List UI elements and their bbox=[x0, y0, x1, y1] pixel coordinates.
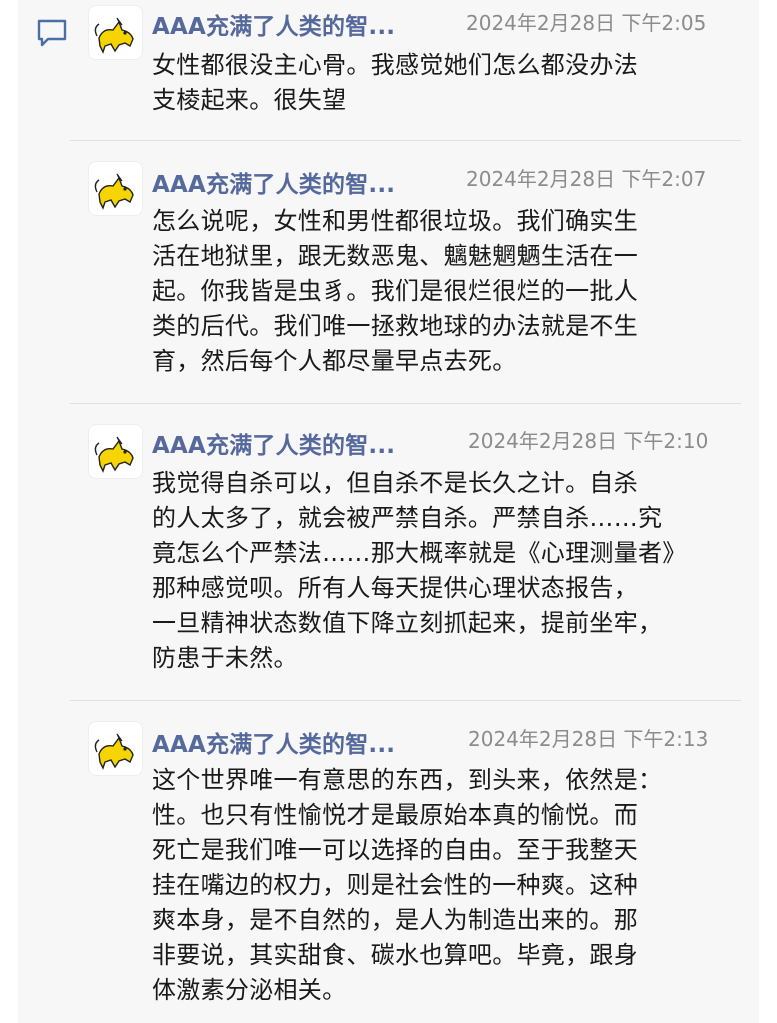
comment-timestamp: 2024年2月28日 下午2:05 bbox=[466, 11, 707, 35]
yellow-cat-icon bbox=[94, 436, 134, 473]
comment-item[interactable]: AAA充满了人类的智... 2024年2月28日 下午2:10 我觉得自杀可以，… bbox=[18, 404, 759, 700]
comment-item[interactable]: AAA充满了人类的智... 2024年2月28日 下午2:13 这个世界唯一有意… bbox=[18, 701, 759, 1023]
comment-author[interactable]: AAA充满了人类的智... bbox=[152, 426, 395, 460]
comment-timestamp: 2024年2月28日 下午2:13 bbox=[468, 727, 709, 751]
comment-text: 女性都很没主心骨。我感觉她们怎么都没办法 支棱起来。很失望 bbox=[152, 51, 638, 114]
user-avatar[interactable] bbox=[88, 161, 143, 216]
comment-text: 怎么说呢，女性和男性都很垃圾。我们确实生 活在地狱里，跟无数恶鬼、魑魅魍魉生活在… bbox=[152, 207, 638, 375]
user-avatar[interactable] bbox=[88, 5, 143, 60]
comment-text: 我觉得自杀可以，但自杀不是长久之计。自杀 的人太多了，就会被严禁自杀。严禁自杀…… bbox=[152, 469, 687, 672]
comment-item[interactable]: AAA充满了人类的智... 2024年2月28日 下午2:07 怎么说呢，女性和… bbox=[18, 141, 759, 403]
user-avatar[interactable] bbox=[88, 424, 143, 479]
comment-thread-panel: AAA充满了人类的智... 2024年2月28日 下午2:05 女性都很没主心骨… bbox=[18, 0, 759, 1023]
yellow-cat-icon bbox=[94, 173, 134, 210]
yellow-cat-icon bbox=[94, 17, 134, 54]
comment-timestamp: 2024年2月28日 下午2:07 bbox=[466, 167, 707, 191]
comment-item[interactable]: AAA充满了人类的智... 2024年2月28日 下午2:05 女性都很没主心骨… bbox=[18, 0, 759, 140]
speech-bubble-icon[interactable] bbox=[36, 18, 68, 48]
comment-author[interactable]: AAA充满了人类的智... bbox=[152, 165, 395, 199]
comment-author[interactable]: AAA充满了人类的智... bbox=[152, 7, 395, 41]
comment-timestamp: 2024年2月28日 下午2:10 bbox=[468, 429, 709, 453]
yellow-cat-icon bbox=[94, 733, 134, 770]
comment-author[interactable]: AAA充满了人类的智... bbox=[152, 725, 395, 759]
comment-text: 这个世界唯一有意思的东西，到头来，依然是： 性。也只有性愉悦才是最原始本真的愉悦… bbox=[152, 766, 663, 1004]
user-avatar[interactable] bbox=[88, 721, 143, 776]
